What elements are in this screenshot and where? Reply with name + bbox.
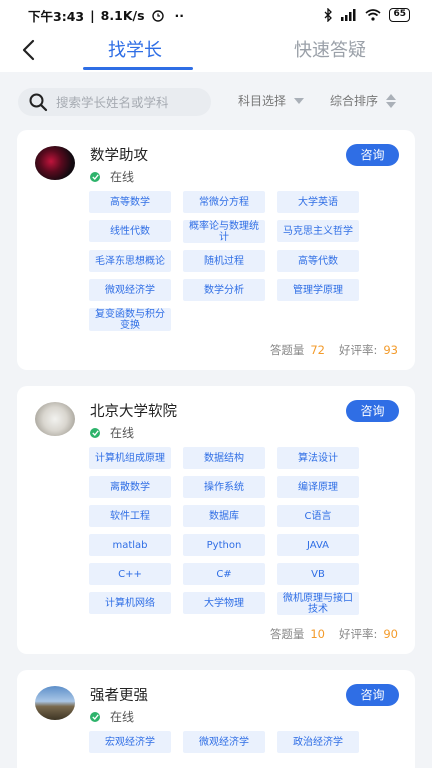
senior-name: 北京大学软院 — [90, 404, 177, 420]
subject-tag[interactable]: 高等数学 — [89, 191, 171, 213]
subject-tag[interactable]: 离散数学 — [89, 476, 171, 498]
subject-tag[interactable]: C# — [183, 563, 265, 585]
subject-tags: 高等数学 常微分方程 大学英语 线性代数 概率论与数理统计 马克思主义哲学 毛泽… — [89, 191, 365, 331]
status-bar: 下午3:43 | 8.1K/s ·· 65 — [0, 0, 432, 30]
caret-down-icon — [294, 97, 305, 104]
battery-icon: 65 — [389, 8, 410, 22]
subject-tag[interactable]: matlab — [89, 534, 171, 556]
avatar — [35, 686, 75, 720]
check-icon — [90, 711, 100, 722]
sort-icon — [386, 93, 397, 108]
subject-tag[interactable]: 宏观经济学 — [89, 731, 171, 753]
subject-tag[interactable]: C++ — [89, 563, 171, 585]
subject-tag[interactable]: 常微分方程 — [183, 191, 265, 213]
subject-tag[interactable]: VB — [277, 563, 359, 585]
subject-tag[interactable]: 计算机网络 — [89, 592, 171, 614]
status-time: 下午3:43 — [28, 8, 85, 24]
question-count: 72 — [310, 343, 325, 357]
search-icon — [29, 93, 48, 112]
subject-tag[interactable]: 毛泽东思想概论 — [89, 250, 171, 272]
subject-tag[interactable]: 操作系统 — [183, 476, 265, 498]
subject-tag[interactable]: JAVA — [277, 534, 359, 556]
alarm-icon — [151, 10, 164, 22]
subject-tag[interactable]: 计算机组成原理 — [89, 447, 171, 469]
rating-value: 90 — [383, 627, 398, 641]
card-stats: 答题量 72 好评率: 93 — [269, 343, 398, 357]
subject-tag[interactable]: 高等代数 — [277, 250, 359, 272]
signal-icon — [341, 9, 356, 21]
subject-tag[interactable]: 软件工程 — [89, 505, 171, 527]
consult-button[interactable]: 咨询 — [346, 684, 399, 706]
subject-tag[interactable]: 管理学原理 — [277, 279, 359, 301]
subject-tag[interactable]: 微机原理与接口技术 — [277, 592, 359, 615]
check-icon — [90, 427, 100, 438]
avatar — [35, 146, 75, 180]
senior-card[interactable]: 北京大学软院 在线 咨询 计算机组成原理 数据结构 算法设计 离散数学 操作系统… — [17, 386, 415, 654]
consult-button[interactable]: 咨询 — [346, 400, 399, 422]
more-dots-icon: ·· — [174, 7, 185, 23]
subject-tag[interactable]: 数据库 — [183, 505, 265, 527]
subject-tag[interactable]: C语言 — [277, 505, 359, 527]
subject-filter-label: 科目选择 — [238, 94, 287, 108]
subject-tag[interactable]: 微观经济学 — [183, 731, 265, 753]
senior-name: 强者更强 — [90, 688, 148, 704]
rating-value: 93 — [383, 343, 398, 357]
avatar — [35, 402, 75, 436]
wifi-icon — [365, 9, 381, 21]
subject-tag[interactable]: 线性代数 — [89, 220, 171, 242]
consult-button[interactable]: 咨询 — [346, 144, 399, 166]
bluetooth-icon — [325, 8, 333, 22]
subject-tag[interactable]: 大学物理 — [183, 592, 265, 614]
online-status: 在线 — [90, 168, 134, 185]
top-nav: 找学长 快速答疑 — [0, 30, 432, 72]
question-count: 10 — [310, 627, 325, 641]
subject-tag[interactable]: 算法设计 — [277, 447, 359, 469]
subject-tag[interactable]: 数据结构 — [183, 447, 265, 469]
subject-tag[interactable]: 数学分析 — [183, 279, 265, 301]
tab-quick-answer[interactable]: 快速答疑 — [294, 36, 366, 62]
subject-tags: 计算机组成原理 数据结构 算法设计 离散数学 操作系统 编译原理 软件工程 数据… — [89, 447, 365, 615]
subject-tag[interactable]: 概率论与数理统计 — [183, 220, 265, 243]
check-icon — [90, 171, 100, 182]
online-status: 在线 — [90, 708, 134, 725]
status-speed: 8.1K/s — [100, 7, 145, 23]
back-arrow-icon — [22, 39, 35, 61]
active-tab-indicator — [83, 67, 193, 70]
back-button[interactable] — [14, 36, 42, 64]
senior-card[interactable]: 数学助攻 在线 咨询 高等数学 常微分方程 大学英语 线性代数 概率论与数理统计… — [17, 130, 415, 370]
subject-tag[interactable]: 微观经济学 — [89, 279, 171, 301]
search-box[interactable] — [18, 88, 211, 116]
subject-tag[interactable]: 政治经济学 — [277, 731, 359, 753]
senior-card[interactable]: 强者更强 在线 咨询 宏观经济学 微观经济学 政治经济学 — [17, 670, 415, 768]
sort-filter-label: 综合排序 — [330, 94, 379, 108]
online-status: 在线 — [90, 424, 134, 441]
card-stats: 答题量 10 好评率: 90 — [269, 627, 398, 641]
sort-filter[interactable]: 综合排序 — [330, 92, 397, 109]
subject-tag[interactable]: Python — [183, 534, 265, 556]
subject-tag[interactable]: 随机过程 — [183, 250, 265, 272]
tab-find-senior[interactable]: 找学长 — [108, 36, 162, 62]
subject-tag[interactable]: 编译原理 — [277, 476, 359, 498]
subject-filter[interactable]: 科目选择 — [238, 92, 305, 109]
subject-tag[interactable]: 马克思主义哲学 — [277, 220, 359, 242]
search-input[interactable] — [56, 94, 196, 110]
senior-name: 数学助攻 — [90, 148, 148, 164]
subject-tag[interactable]: 大学英语 — [277, 191, 359, 213]
subject-tags: 宏观经济学 微观经济学 政治经济学 — [89, 731, 365, 753]
subject-tag[interactable]: 复变函数与积分变换 — [89, 308, 171, 331]
